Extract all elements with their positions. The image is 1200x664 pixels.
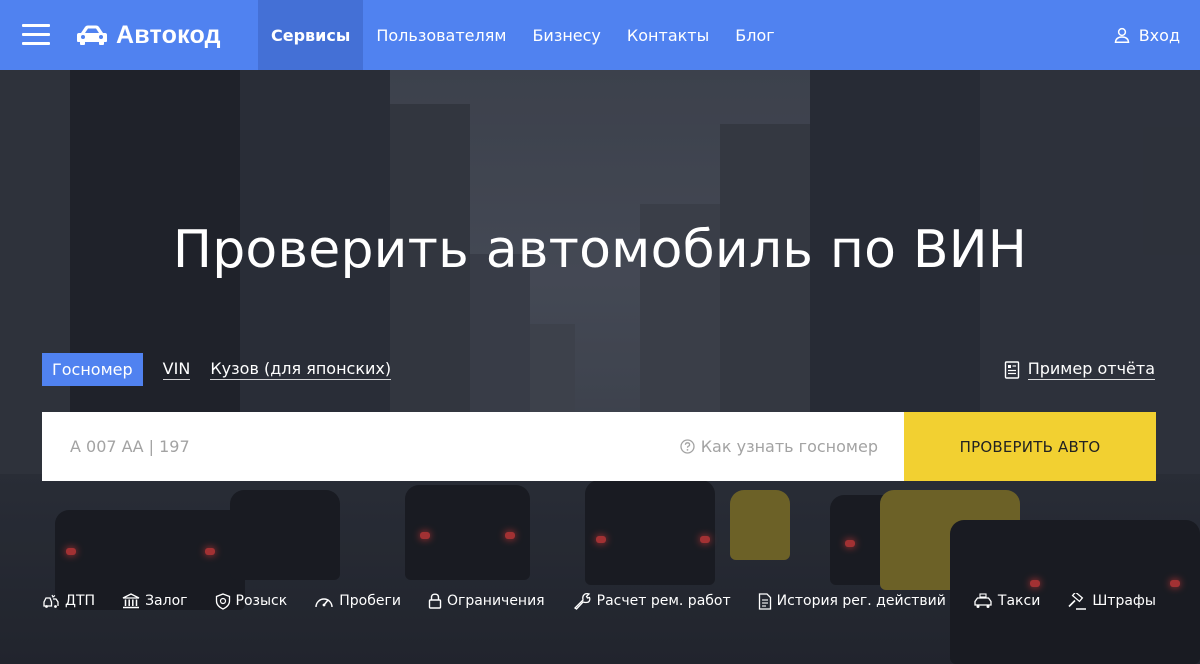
page-title: Проверить автомобиль по ВИН [172, 220, 1028, 280]
taxi-icon [974, 593, 992, 608]
service-item-mileage[interactable]: Пробеги [314, 593, 401, 609]
login-link[interactable]: Вход [1114, 0, 1180, 70]
search-form: Как узнать госномер ПРОВЕРИТЬ АВТО [42, 412, 1156, 481]
services-list: ДТП Залог Розыск Пробеги Ограничения Рас… [42, 592, 1156, 610]
service-label: Залог [145, 593, 188, 609]
tab-vin[interactable]: VIN [162, 359, 191, 380]
login-label: Вход [1138, 25, 1180, 45]
service-item-restrictions[interactable]: Ограничения [428, 593, 545, 609]
user-icon [1114, 27, 1130, 43]
service-label: Розыск [235, 593, 288, 609]
menu-icon[interactable] [22, 24, 50, 46]
nav-item-services[interactable]: Сервисы [258, 0, 364, 70]
tab-plate-number[interactable]: Госномер [42, 353, 143, 386]
speedometer-icon [315, 597, 333, 607]
service-item-registration-history[interactable]: История рег. действий [758, 592, 946, 610]
check-car-button[interactable]: ПРОВЕРИТЬ АВТО [904, 412, 1156, 481]
car-logo-icon [77, 25, 107, 45]
search-mode-tabs: Госномер VIN Кузов (для японских) [42, 353, 411, 386]
crash-icon [43, 594, 59, 608]
service-item-taxi[interactable]: Такси [973, 593, 1040, 609]
lock-icon [428, 593, 442, 609]
nav-item-business[interactable]: Бизнесу [519, 0, 613, 70]
document-icon [758, 592, 771, 610]
plate-hint-link[interactable]: Как узнать госномер [680, 412, 904, 481]
nav-item-users[interactable]: Пользователям [363, 0, 519, 70]
question-icon [680, 439, 695, 454]
plate-number-input[interactable] [42, 412, 680, 481]
tab-body-number[interactable]: Кузов (для японских) [210, 359, 392, 380]
sample-report-label: Пример отчёта [1027, 359, 1155, 380]
service-label: Ограничения [446, 593, 545, 609]
wrench-icon [573, 592, 591, 610]
plate-hint-label: Как узнать госномер [700, 437, 878, 456]
service-label: Штрафы [1092, 593, 1156, 609]
gavel-icon [1068, 592, 1087, 610]
bank-icon [122, 593, 140, 609]
badge-icon [215, 592, 230, 610]
service-item-accidents[interactable]: ДТП [42, 593, 95, 609]
service-item-wanted[interactable]: Розыск [215, 592, 288, 610]
top-navbar: Автокод Сервисы Пользователям Бизнесу Ко… [0, 0, 1200, 70]
service-item-fines[interactable]: Штрафы [1067, 592, 1156, 610]
service-label: Расчет рем. работ [596, 593, 731, 609]
service-label: Такси [997, 593, 1041, 609]
service-label: Пробеги [339, 593, 401, 609]
service-label: ДТП [65, 593, 96, 609]
service-item-pledge[interactable]: Залог [122, 593, 188, 609]
nav-item-blog[interactable]: Блог [722, 0, 787, 70]
logo[interactable]: Автокод [76, 0, 221, 70]
logo-text: Автокод [116, 20, 221, 49]
service-label: История рег. действий [776, 593, 946, 609]
nav-item-contacts[interactable]: Контакты [614, 0, 722, 70]
main-nav: Сервисы Пользователям Бизнесу Контакты Б… [258, 0, 788, 70]
sample-report-link[interactable]: Пример отчёта [1004, 359, 1155, 380]
report-icon [1004, 360, 1019, 379]
service-item-repair-cost[interactable]: Расчет рем. работ [572, 592, 731, 610]
